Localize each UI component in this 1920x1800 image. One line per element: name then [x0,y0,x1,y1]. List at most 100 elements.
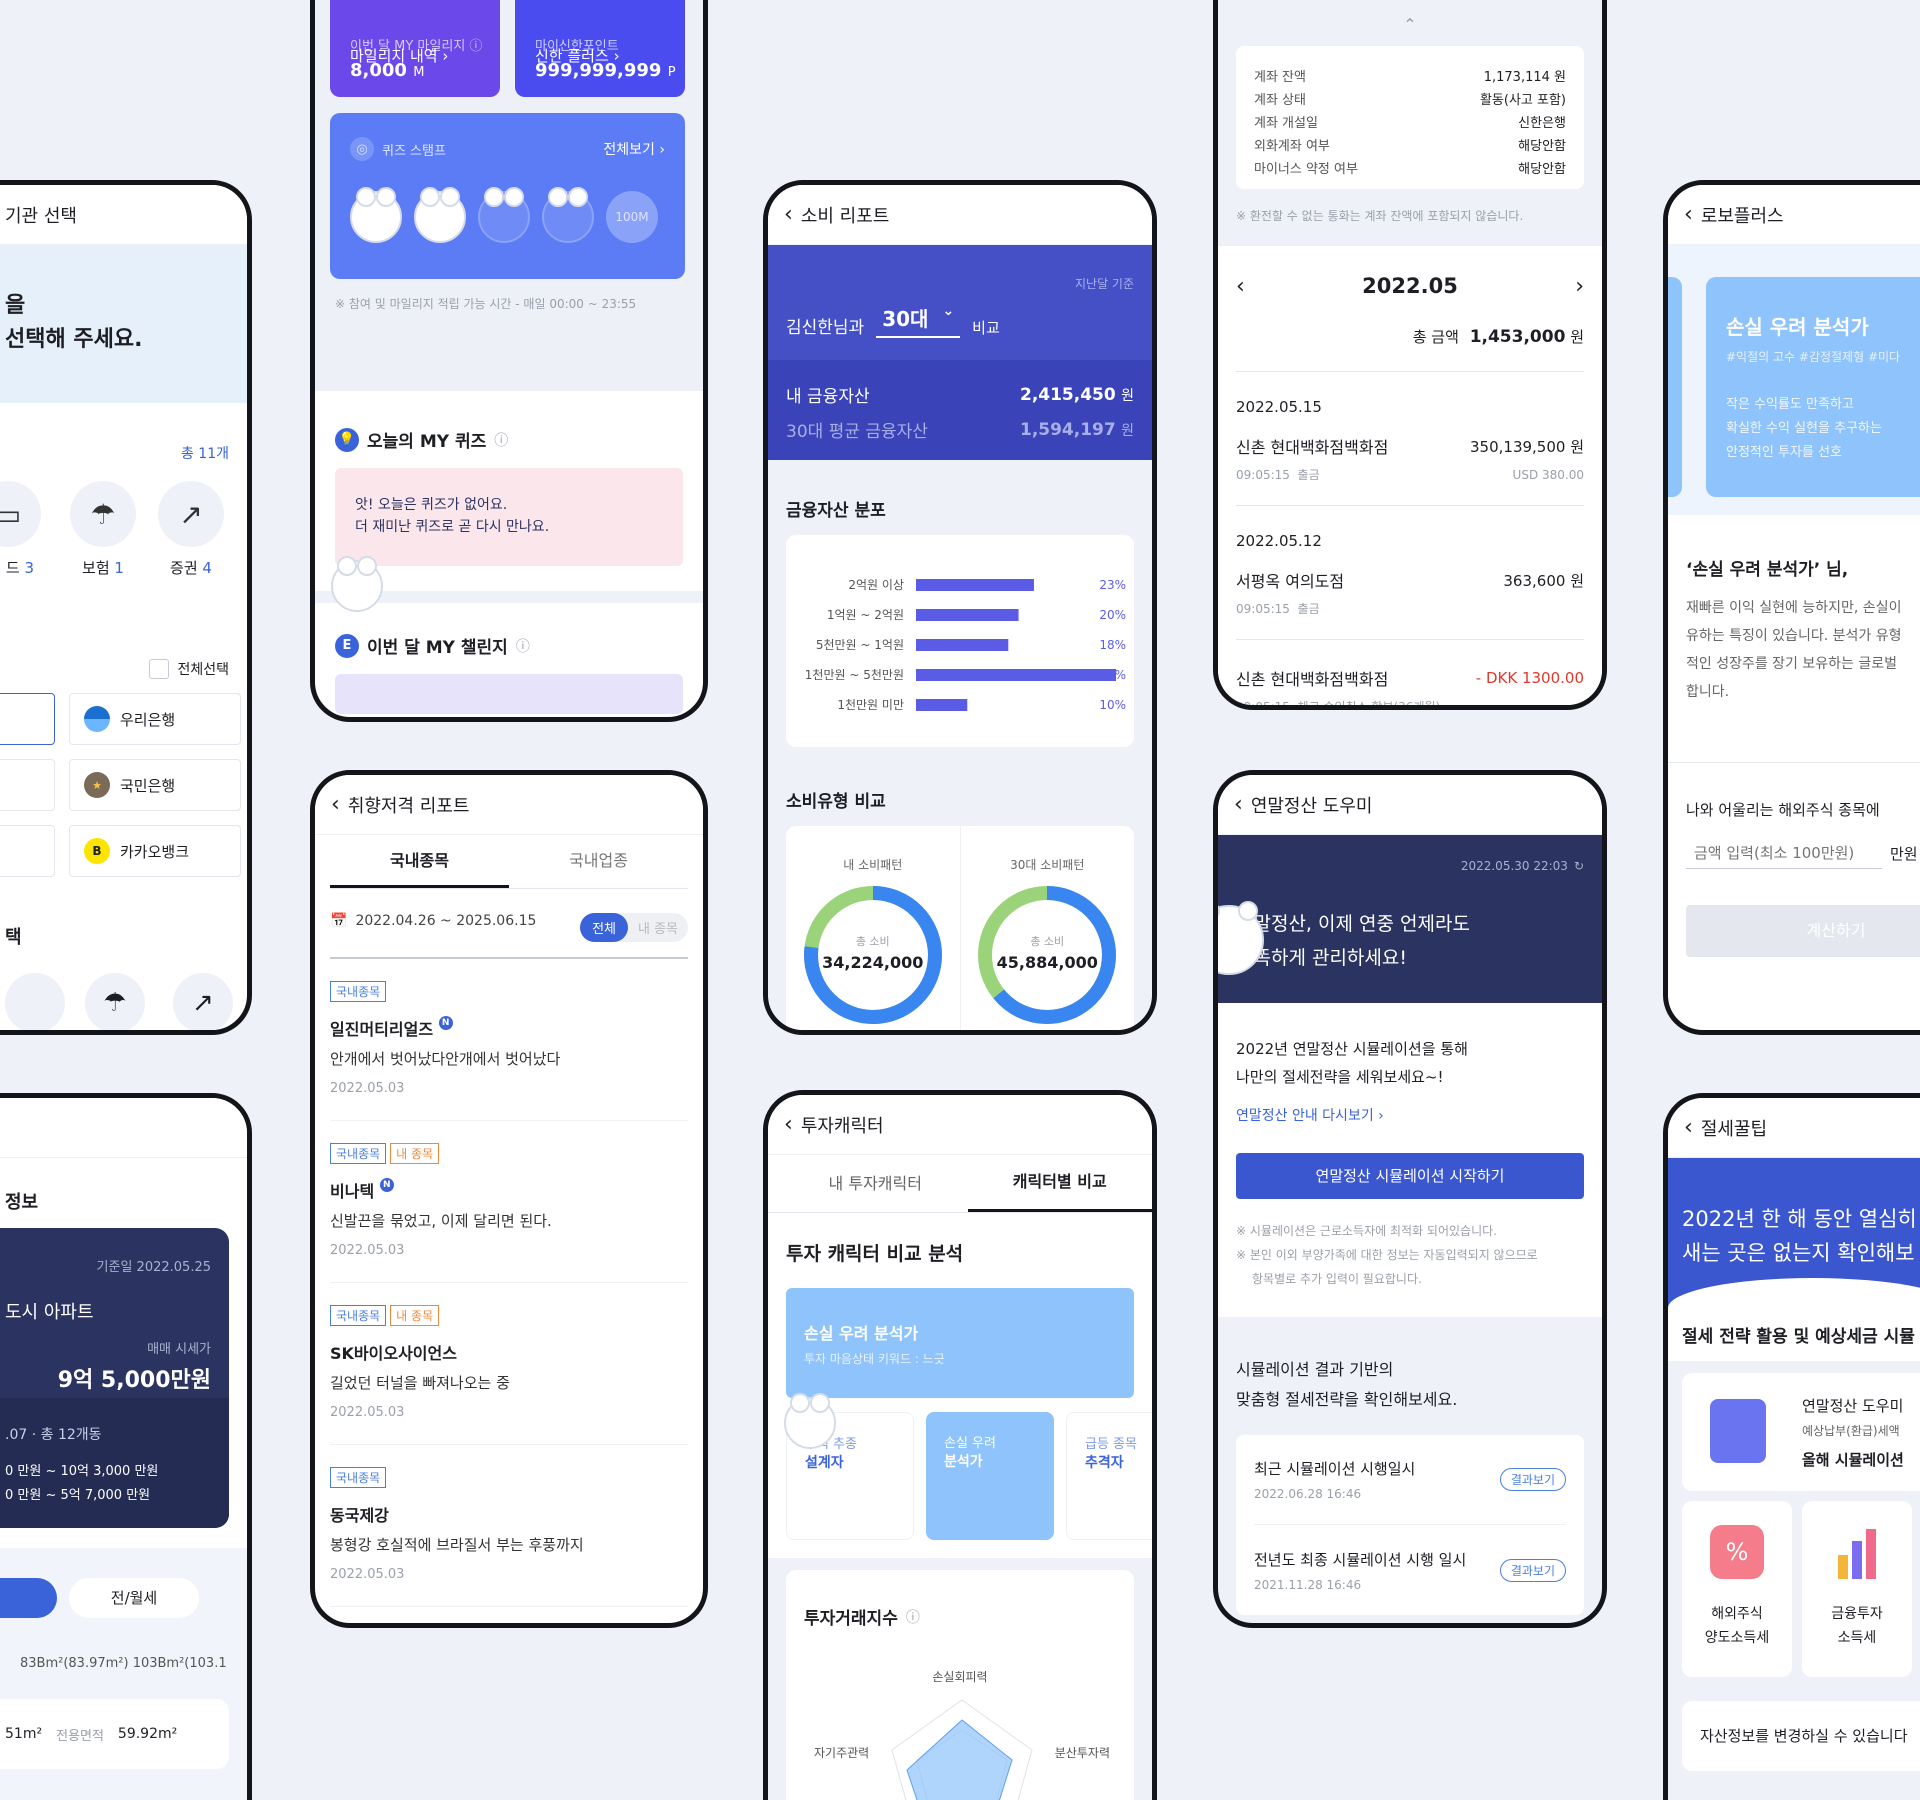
select-all-checkbox[interactable]: 전체선택 [149,659,229,679]
bar-category-label: 1억원 ~ 2억원 [827,608,904,622]
tab-domestic-sectors[interactable]: 국내업종 [509,835,688,888]
card-icon [5,973,65,1030]
tab-my-character[interactable]: 내 투자캐릭터 [783,1155,968,1212]
bar [916,669,1116,681]
phone-spending-report: ‹ 소비 리포트 지난달 기준 김신한님과 30대 ⌄ 비교 내 금융자산 2,4… [763,180,1157,1035]
header: 기관 선택 [0,185,247,245]
lightbulb-icon: 💡 [335,427,359,452]
calculate-button[interactable]: 계산하기 [1686,905,1920,957]
year-end-helper-card[interactable]: 연말정산 도우미 예상납부(환급)세액 올해 시뮬레이션 [1682,1373,1920,1491]
back-arrow-icon[interactable]: ‹ [784,202,793,227]
phone-robo-plus: ‹ 로보플러스 손실 우려 분석가 #익절의 고수 #감정절제형 #미다 작은 … [1663,180,1920,1035]
help-icon: ⓘ [469,39,483,54]
transaction-item[interactable]: 2022.05.12 서평옥 여의도점 363,600 원 09:05:15 출금 [1236,506,1584,640]
result-button[interactable]: 결과보기 [1499,1558,1566,1582]
compare-header: 지난달 기준 김신한님과 30대 ⌄ 비교 [768,245,1152,360]
tab-domestic-stocks[interactable]: 국내종목 [330,835,509,888]
phone-institution-select: 기관 선택 을 선택해 주세요. 총 11개 ▭ 드 3 ☂ 보험 1 ↗ 증권… [0,180,252,1035]
report-item[interactable]: 국내종목 내 종목 비나텍 N 신발끈을 묶었고, 이제 달리면 된다. 2022.05… [330,1121,688,1283]
character-card[interactable]: 손실 우려 분석가 #익절의 고수 #감정절제형 #미다 작은 수익률도 만족하… [1706,277,1920,497]
mileage-history-link[interactable]: 마일리지 내역 › [350,45,448,66]
help-icon[interactable]: ⓘ [516,636,530,656]
report-item[interactable]: 국내종목 일진머티리얼즈 N 안개에서 벗어났다안개에서 벗어났다 2022.05.0… [330,959,688,1121]
trend-icon: ↗ [158,481,224,547]
tag-my-stock: 내 종목 [390,1143,440,1164]
report-item[interactable]: 국내종목 내 종목 SK바이오사이언스 길었던 터널을 빠져나오는 중 2022.05.… [330,1283,688,1445]
refresh-icon[interactable]: ↻ [1574,859,1584,873]
section-title: 투자 캐릭터 비교 분석 [786,1243,964,1265]
asset-info-card[interactable]: 자산정보를 변경하실 수 있습니다 [1682,1701,1920,1771]
next-month-button[interactable]: › [1575,274,1584,299]
filter-toggle[interactable]: 전체 내 종목 [580,913,688,942]
bank-woori[interactable]: 우리은행 [69,693,241,745]
category-securities[interactable]: ↗ 증권 4 [151,481,231,578]
bar-value-label: 10% [1099,698,1126,712]
result-button[interactable]: 결과보기 [1499,1468,1566,1491]
back-arrow-icon[interactable]: ‹ [1684,1115,1693,1140]
character-card-chaser[interactable]: 급등 종목 추격자 [1066,1412,1152,1540]
bank-slot-selected[interactable] [0,693,55,745]
bank-slot[interactable] [0,759,55,811]
calendar-icon: 📅 [330,913,348,929]
phone-tax-tips: ‹ 절세꿀팁 2022년 한 해 동안 열심히 새는 곳은 없는지 확인해보 절… [1663,1093,1920,1800]
transaction-item[interactable]: 신촌 현대백화점백화점 - DKK 1300.00 09:05:15 체크 승인취소… [1236,640,1584,705]
transaction-date: 2022.05.15 [1236,398,1322,416]
bear-stamp-icon [414,187,466,243]
transaction-amount: 363,600 원 [1503,571,1584,590]
hero-character-card[interactable]: 손실 우려 분석가 투자 마음상태 키워드 : 느긋 [784,1288,1134,1449]
merchant-name: 신촌 현대백화점백화점 [1236,670,1389,689]
tag-my-stock: 내 종목 [390,1305,440,1326]
collapse-icon[interactable]: ⌃ [1218,0,1602,34]
prev-month-button[interactable]: ‹ [1236,274,1245,299]
back-arrow-icon[interactable]: ‹ [1684,202,1693,227]
new-badge-icon: N [438,1016,453,1030]
quiz-empty-card: 앗! 오늘은 퀴즈가 없어요. 더 재미난 퀴즈로 곧 다시 만나요. [331,468,683,612]
tag-domestic: 국내종목 [330,981,387,1002]
bank-kookmin[interactable]: ★ 국민은행 [69,759,241,811]
report-date: 2022.05.03 [330,1567,405,1582]
start-simulation-button[interactable]: 연말정산 시뮬레이션 시작하기 [1236,1153,1584,1199]
help-icon[interactable]: ⓘ [906,1607,920,1627]
tab-character-compare[interactable]: 캐릭터별 비교 [967,1155,1152,1212]
my-donut-chart: 총 소비 34,224,000 [803,885,943,1025]
new-badge-icon: N [379,1178,394,1192]
shinhan-plus-link[interactable]: 신한 플러스 › [535,45,620,66]
category-insurance[interactable]: ☂ 보험 1 [63,481,143,578]
stock-name: 동국제강 [330,1506,389,1525]
umbrella-icon: ☂ [85,973,145,1030]
view-all-link[interactable]: 전체보기 › [603,139,665,159]
stamp-row: 100M [350,187,658,243]
bank-kakao[interactable]: B 카카오뱅크 [69,825,241,877]
phone-real-estate: 정보 기준일 2022.05.25 도시 아파트 매매 시세가 9억 5,000… [0,1093,252,1800]
tile-financial-investment-tax[interactable]: 금융투자 소득세 [1802,1501,1912,1677]
section-title: 정보 [0,1158,247,1228]
back-arrow-icon[interactable]: ‹ [784,1112,793,1137]
target-icon: ◎ [350,137,374,161]
back-arrow-icon[interactable]: ‹ [1234,792,1243,817]
tag-domestic: 국내종목 [330,1305,387,1326]
tile-overseas-stock-tax[interactable]: % 해외주식 양도소득세 [1682,1501,1792,1677]
back-arrow-icon[interactable]: ‹ [331,792,340,817]
chevron-right-icon: › [613,47,620,65]
challenge-icon: E [335,633,359,658]
tag-domestic: 국내종목 [330,1467,387,1488]
umbrella-icon: ☂ [70,481,136,547]
phone-account-detail: ⌃ 계좌 잔액 1,173,114 원 계좌 상태 활동(사고 포함) 계좌 개설일 신한… [1213,0,1607,710]
age-select[interactable]: 30대 ⌄ [876,303,961,338]
history-card: 최근 시뮬레이션 시행일시 2022.06.28 16:46 결과보기 전년도 … [1236,1435,1584,1615]
category-card[interactable]: ▭ 드 3 [0,481,55,578]
help-icon[interactable]: ⓘ [494,430,508,450]
bank-slot[interactable] [0,825,55,877]
transaction-item[interactable]: 2022.05.15 신촌 현대백화점백화점 350,139,500 원 09:05:… [1236,372,1584,506]
guide-link[interactable]: 연말정산 안내 다시보기 › [1236,1105,1584,1125]
header: ‹ 소비 리포트 [768,185,1152,245]
character-card-loss[interactable]: 손실 우려 분석가 [926,1412,1054,1540]
transaction-amount: 350,139,500 원 [1470,437,1584,456]
transaction-amount: - DKK 1300.00 [1475,669,1584,687]
tab-rent[interactable]: 전/월세 [69,1578,199,1618]
tab-sale-selected[interactable] [0,1578,57,1618]
report-item[interactable]: 국내종목 동국제강 봉형강 호실적에 브라질서 부는 후풍까지 2022.05.03 [330,1445,688,1607]
amount-input[interactable] [1686,838,1882,869]
hero-banner: 2022년 한 해 동안 열심히 새는 곳은 없는지 확인해보 [1668,1158,1920,1308]
card-icon: ▭ [0,481,41,547]
